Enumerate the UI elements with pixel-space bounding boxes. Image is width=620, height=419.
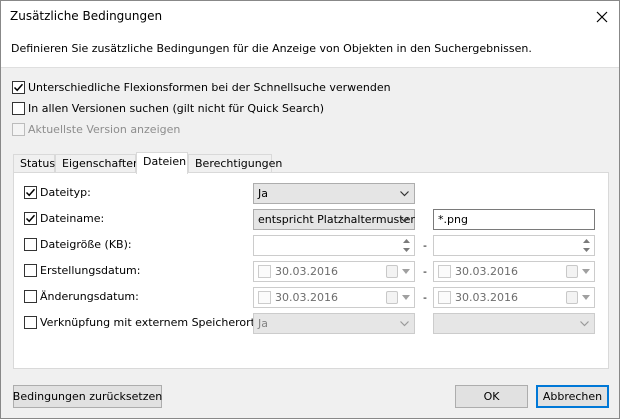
condition-label: Dateigröße (KB):: [40, 238, 132, 251]
range-separator: -: [423, 265, 427, 278]
select-value: Ja: [258, 187, 268, 200]
option-label: Aktuellste Version anzeigen: [28, 123, 181, 136]
condition-aenderungsdatum-checkbox[interactable]: Änderungsdatum:: [24, 290, 139, 303]
dateigroesse-from-spinner[interactable]: [253, 235, 415, 256]
checkbox-box[interactable]: [12, 81, 25, 94]
date-enable-checkbox[interactable]: [258, 291, 271, 304]
close-button[interactable]: [585, 1, 619, 32]
aenderungsdatum-to-picker[interactable]: 30.03.2016: [433, 287, 595, 308]
chevron-down-icon[interactable]: [400, 291, 411, 304]
chevron-down-icon: [398, 213, 411, 226]
spin-down-icon[interactable]: [578, 246, 594, 256]
condition-label: Verknüpfung mit externem Speicherort:: [40, 316, 259, 329]
description-band: Definieren Sie zusätzliche Bedingungen f…: [1, 32, 619, 68]
range-separator: -: [423, 239, 427, 252]
checkbox-box[interactable]: [24, 186, 37, 199]
date-enable-checkbox[interactable]: [438, 265, 451, 278]
verknuepfung-second-select: [433, 313, 595, 334]
input-value: *.png: [438, 213, 468, 226]
range-separator: -: [423, 291, 427, 304]
option-all-versions-checkbox[interactable]: In allen Versionen suchen (gilt nicht fü…: [12, 102, 324, 115]
chevron-down-icon[interactable]: [580, 265, 591, 278]
spin-up-icon[interactable]: [398, 236, 414, 246]
close-icon: [596, 11, 608, 22]
tab-dateien[interactable]: Dateien: [136, 152, 188, 174]
checkbox-box[interactable]: [24, 264, 37, 277]
option-inflection-checkbox[interactable]: Unterschiedliche Flexionsformen bei der …: [12, 81, 391, 94]
condition-label: Dateityp:: [40, 186, 91, 199]
select-value: Ja: [258, 317, 268, 330]
erstellungsdatum-to-picker[interactable]: 30.03.2016: [433, 261, 595, 282]
checkbox-box[interactable]: [24, 290, 37, 303]
condition-verknuepfung-checkbox[interactable]: Verknüpfung mit externem Speicherort:: [24, 316, 259, 329]
option-label: Unterschiedliche Flexionsformen bei der …: [28, 81, 391, 94]
dateityp-select[interactable]: Ja: [253, 183, 415, 204]
spin-up-icon[interactable]: [578, 236, 594, 246]
tab-status[interactable]: Status: [13, 154, 55, 173]
checkmark-icon: [25, 214, 36, 223]
description-text: Definieren Sie zusätzliche Bedingungen f…: [11, 42, 532, 55]
aenderungsdatum-from-picker[interactable]: 30.03.2016: [253, 287, 415, 308]
select-value: entspricht Platzhaltermuster: [258, 213, 415, 226]
tab-eigenschaften[interactable]: Eigenschaften: [55, 154, 140, 173]
date-value: 30.03.2016: [275, 291, 338, 304]
condition-erstellungsdatum-checkbox[interactable]: Erstellungsdatum:: [24, 264, 140, 277]
condition-dateigroesse-checkbox[interactable]: Dateigröße (KB):: [24, 238, 132, 251]
dialog-window: Zusätzliche Bedingungen Definieren Sie z…: [0, 0, 620, 419]
tab-berechtigungen[interactable]: Berechtigungen: [188, 154, 282, 173]
spin-down-icon[interactable]: [398, 246, 414, 256]
checkbox-box[interactable]: [24, 238, 37, 251]
condition-dateityp-checkbox[interactable]: Dateityp:: [24, 186, 91, 199]
date-value: 30.03.2016: [455, 291, 518, 304]
date-value: 30.03.2016: [455, 265, 518, 278]
dateiname-input[interactable]: *.png: [433, 209, 595, 230]
window-title: Zusätzliche Bedingungen: [10, 9, 163, 23]
title-bar: Zusätzliche Bedingungen: [1, 1, 619, 32]
checkbox-box[interactable]: [12, 102, 25, 115]
chevron-down-icon: [398, 317, 411, 330]
option-latest-version-checkbox: Aktuellste Version anzeigen: [12, 123, 180, 136]
chevron-down-icon: [578, 317, 591, 330]
checkbox-box[interactable]: [24, 212, 37, 225]
cancel-button[interactable]: Abbrechen: [536, 385, 609, 408]
reset-conditions-button[interactable]: Bedingungen zurücksetzen: [13, 385, 162, 408]
checkbox-box: [12, 123, 25, 136]
date-value: 30.03.2016: [275, 265, 338, 278]
chevron-down-icon: [398, 187, 411, 200]
date-enable-checkbox[interactable]: [258, 265, 271, 278]
checkmark-icon: [25, 188, 36, 197]
erstellungsdatum-from-picker[interactable]: 30.03.2016: [253, 261, 415, 282]
checkbox-box[interactable]: [24, 316, 37, 329]
calendar-icon[interactable]: [386, 291, 398, 304]
date-enable-checkbox[interactable]: [438, 291, 451, 304]
ok-button[interactable]: OK: [455, 385, 528, 408]
calendar-icon[interactable]: [386, 265, 398, 278]
checkmark-icon: [13, 83, 24, 92]
condition-label: Erstellungsdatum:: [40, 264, 141, 277]
option-label: In allen Versionen suchen (gilt nicht fü…: [28, 102, 325, 115]
chevron-down-icon[interactable]: [400, 265, 411, 278]
dateigroesse-to-spinner[interactable]: [433, 235, 595, 256]
condition-dateiname-checkbox[interactable]: Dateiname:: [24, 212, 104, 225]
condition-label: Änderungsdatum:: [40, 290, 139, 303]
calendar-icon[interactable]: [566, 291, 578, 304]
calendar-icon[interactable]: [566, 265, 578, 278]
verknuepfung-select: Ja: [253, 313, 415, 334]
condition-label: Dateiname:: [40, 212, 105, 225]
dateiname-operator-select[interactable]: entspricht Platzhaltermuster: [253, 209, 415, 230]
chevron-down-icon[interactable]: [580, 291, 591, 304]
